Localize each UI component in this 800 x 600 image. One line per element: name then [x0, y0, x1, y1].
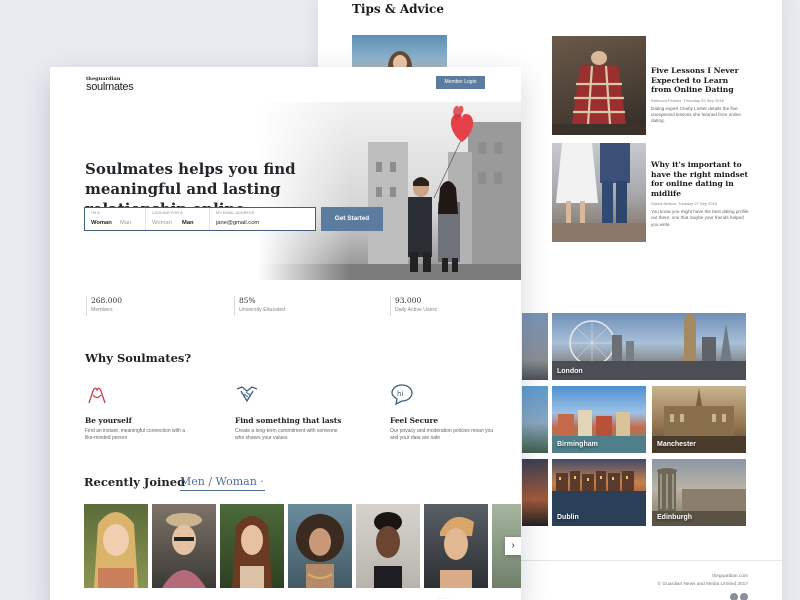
- member-photo[interactable]: [84, 504, 148, 588]
- feature-title: Be yourself: [85, 416, 132, 425]
- member-photo[interactable]: [288, 504, 352, 588]
- city-card-london[interactable]: London: [552, 313, 746, 380]
- tips-title: Tips & Advice: [352, 2, 444, 16]
- footer-copyright: © Guardian News and Media Limited 2017: [657, 582, 748, 587]
- stat-label: Members: [91, 307, 113, 313]
- next-arrow-button[interactable]: ›: [505, 537, 521, 555]
- city-label: London: [557, 368, 583, 375]
- article-title[interactable]: Five Lessons I Never Expected to Learn f…: [651, 66, 751, 95]
- city-card-edinburgh[interactable]: Edinburgh: [652, 459, 746, 526]
- signup-form: I'M A Woman Man LOOKING FOR A Woman Man …: [84, 207, 316, 231]
- feature-title: Feel Secure: [390, 416, 439, 425]
- email-input[interactable]: jane@gmail.com: [216, 220, 259, 226]
- brand-logo[interactable]: soulmates: [86, 81, 134, 93]
- speech-bubble-icon: hi: [391, 384, 413, 406]
- handshake-icon: [236, 386, 258, 403]
- article-card[interactable]: Five Lessons I Never Expected to Learn f…: [651, 66, 751, 125]
- feature-find-something: Find something that lasts Create a long-…: [235, 383, 345, 442]
- email-field[interactable]: MY EMAIL ADDRESS jane@gmail.com: [209, 208, 314, 230]
- city-label: Edinburgh: [657, 514, 692, 521]
- i-am-selector[interactable]: I'M A Woman Man: [85, 208, 145, 230]
- email-label: MY EMAIL ADDRESS: [216, 211, 255, 215]
- stat-label: Daily Active Users: [395, 307, 437, 313]
- feature-description: Create a long-term commitment with someo…: [235, 428, 338, 441]
- article-meta: Rebecca Perkins, Thursday 29 Sep 2016: [651, 97, 724, 103]
- article-title[interactable]: Why it's important to have the right min…: [651, 160, 751, 198]
- home-page-card: theguardian soulmates Member Login Soulm…: [50, 67, 521, 600]
- looking-for-label: LOOKING FOR A: [152, 211, 183, 215]
- article-description: You know you might have the best dating …: [651, 209, 749, 227]
- feature-description: Our privacy and moderation policies mean…: [390, 428, 494, 441]
- city-card-manchester[interactable]: Manchester: [652, 386, 746, 453]
- i-am-label: I'M A: [91, 211, 100, 215]
- member-login-button[interactable]: Member Login: [436, 76, 485, 89]
- article-image[interactable]: [552, 36, 646, 135]
- member-photo[interactable]: [152, 504, 216, 588]
- twitter-icon[interactable]: [740, 593, 748, 600]
- city-card[interactable]: [522, 459, 548, 526]
- svg-text:hi: hi: [397, 390, 403, 398]
- article-meta: Sasha Nelson, Tuesday 27 Sep 2016: [651, 201, 718, 206]
- article-description: Dating expert Charly Lester details the …: [651, 105, 741, 124]
- city-card-dublin[interactable]: Dublin: [552, 459, 646, 526]
- city-label: Manchester: [657, 441, 696, 448]
- i-am-option-man[interactable]: Man: [120, 220, 131, 226]
- member-photo[interactable]: [220, 504, 284, 588]
- stat-members: 268.000 Members: [86, 296, 122, 316]
- city-card-birmingham[interactable]: Birmingham: [552, 386, 646, 453]
- looking-for-option-man[interactable]: Man: [182, 220, 194, 226]
- feature-feel-secure: hi Feel Secure Our privacy and moderatio…: [390, 383, 500, 442]
- stat-label: University Educated: [239, 307, 286, 313]
- city-label: Birmingham: [557, 441, 598, 448]
- stat-value: 93.000: [395, 296, 422, 305]
- feature-description: Find an instant, meaningful connection w…: [85, 428, 186, 441]
- article-image[interactable]: [552, 143, 646, 242]
- city-card[interactable]: [522, 386, 548, 453]
- stat-educated: 85% University Educated: [234, 296, 285, 316]
- why-title: Why Soulmates?: [85, 351, 192, 365]
- looking-for-option-woman[interactable]: Woman: [152, 220, 172, 226]
- stat-value: 268.000: [91, 296, 123, 305]
- stat-daily-users: 93.000 Daily Active Users: [390, 296, 437, 316]
- more-members-link[interactable]: · · · · ·: [438, 596, 451, 600]
- i-am-option-woman[interactable]: Woman: [91, 220, 112, 226]
- heart-hands-icon: [88, 387, 106, 404]
- looking-for-selector[interactable]: LOOKING FOR A Woman Man: [145, 208, 209, 230]
- feature-title: Find something that lasts: [235, 416, 342, 425]
- member-photo[interactable]: [356, 504, 420, 588]
- recently-joined-title: Recently Joined: [84, 475, 186, 489]
- get-started-button[interactable]: Get Started: [321, 207, 383, 231]
- article-card[interactable]: Why it's important to have the right min…: [651, 160, 751, 228]
- member-photo[interactable]: [424, 504, 488, 588]
- city-label: Dublin: [557, 514, 579, 521]
- stat-value: 85%: [239, 296, 256, 305]
- facebook-icon[interactable]: [730, 593, 738, 600]
- gender-filter-dropdown[interactable]: Men / Woman ·: [180, 475, 265, 491]
- footer-site[interactable]: theguardian.com: [712, 574, 748, 579]
- city-card[interactable]: [522, 313, 548, 380]
- feature-be-yourself: Be yourself Find an instant, meaningful …: [85, 383, 195, 442]
